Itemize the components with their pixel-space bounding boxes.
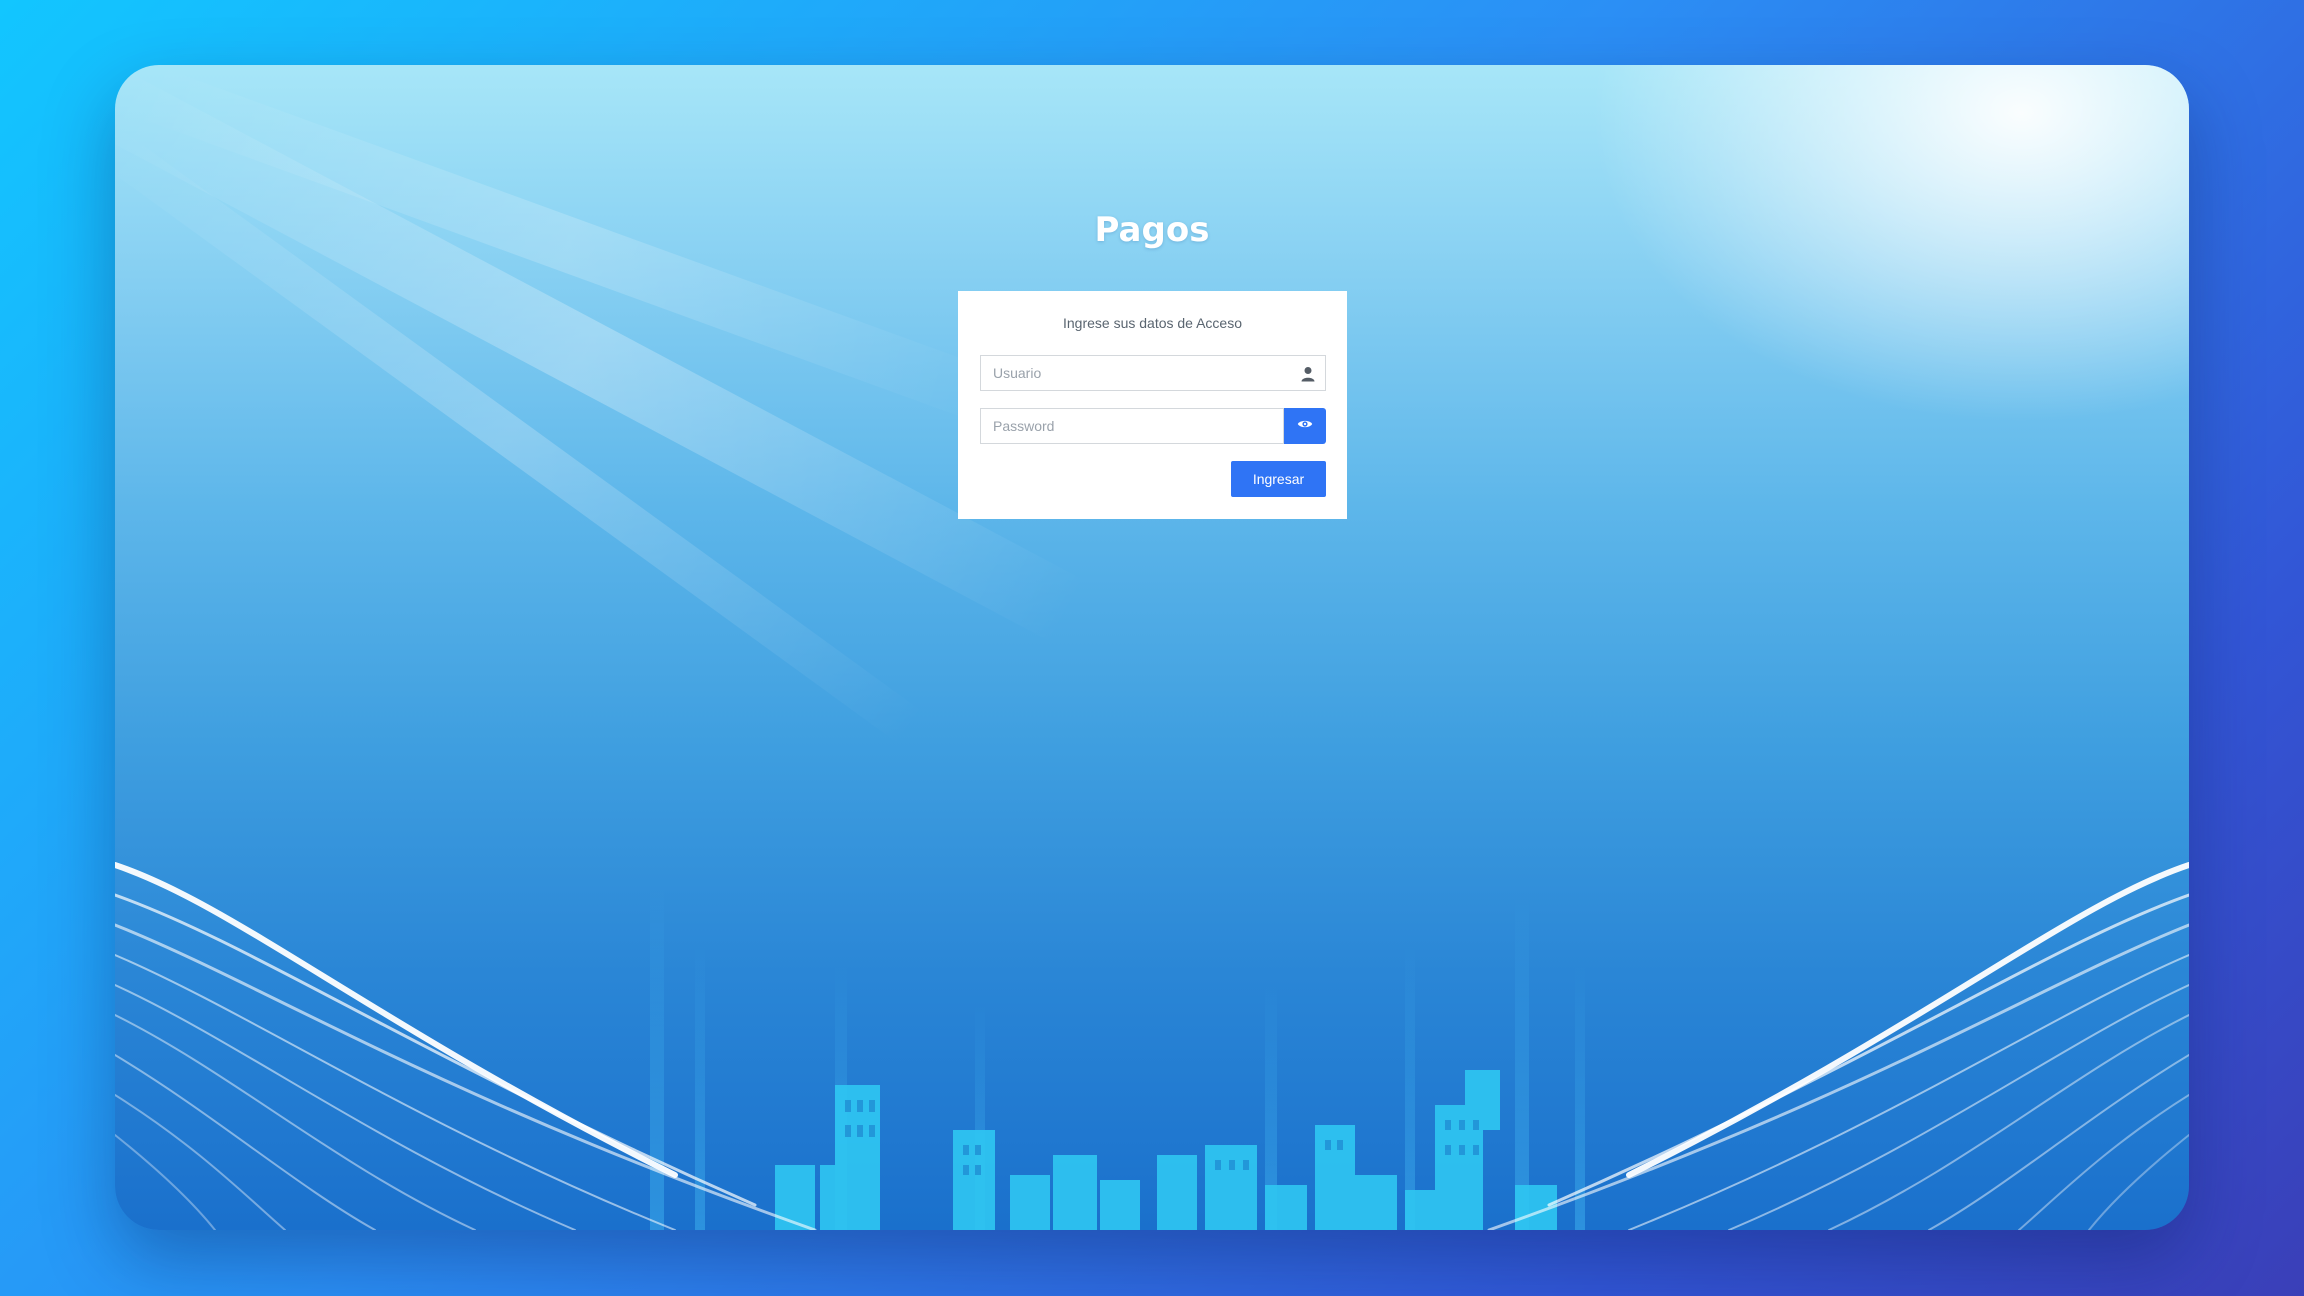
username-input[interactable] xyxy=(981,356,1293,390)
password-field-wrapper xyxy=(980,408,1284,444)
login-button[interactable]: Ingresar xyxy=(1231,461,1326,497)
username-field-wrapper xyxy=(980,355,1326,391)
user-icon xyxy=(1301,366,1315,382)
eye-icon xyxy=(1297,417,1313,435)
page-title: Pagos xyxy=(1094,210,1210,250)
login-card: Ingrese sus datos de Acceso Ingresar xyxy=(958,291,1347,519)
login-message: Ingrese sus datos de Acceso xyxy=(1063,315,1242,331)
toggle-password-button[interactable] xyxy=(1284,408,1326,444)
password-input[interactable] xyxy=(981,409,1273,443)
